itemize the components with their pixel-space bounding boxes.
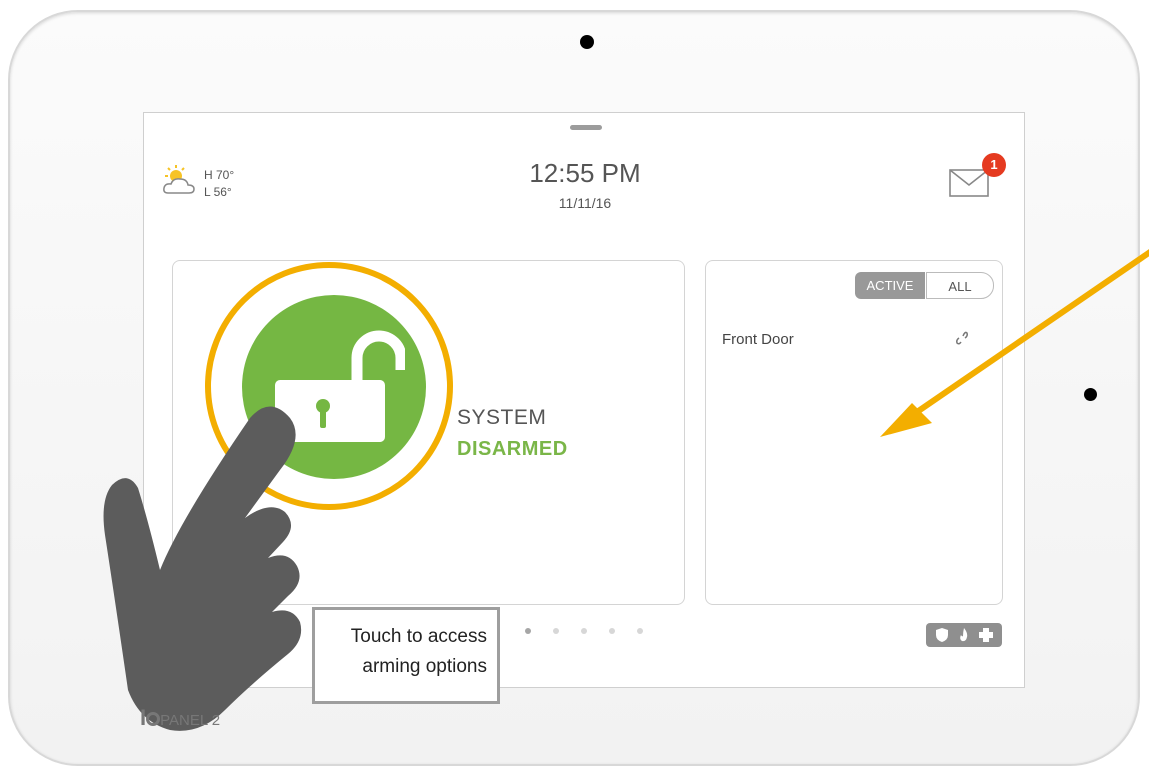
pointer-arrow [880, 249, 1149, 437]
front-camera [580, 35, 594, 49]
tooltip-callout: Touch to access arming options [312, 607, 500, 704]
shield-icon [936, 628, 948, 642]
page-dot[interactable] [553, 628, 559, 634]
clock-date: 11/11/16 [558, 195, 612, 211]
status-label: SYSTEM [457, 406, 547, 429]
message-count-badge: 1 [982, 153, 1006, 177]
mail-icon[interactable] [949, 169, 989, 197]
sensor-name[interactable]: Front Door [722, 331, 794, 348]
fire-icon [960, 628, 968, 642]
page-dot[interactable] [609, 628, 615, 634]
callout-line-2: arming options [362, 656, 487, 677]
callout-line-1: Touch to access [350, 626, 487, 647]
plus-icon [979, 628, 993, 642]
emergency-button[interactable] [926, 623, 1002, 647]
brand-logo: I PANEL 2 [140, 705, 221, 730]
weather-low: L 56° [204, 185, 232, 199]
status-value: DISARMED [457, 438, 568, 460]
page-dot[interactable] [637, 628, 643, 634]
hand-icon [103, 406, 302, 731]
weather-high: H 70° [204, 168, 235, 182]
partly-cloudy-icon [163, 165, 195, 194]
clock-time: 12:55 PM [529, 158, 641, 188]
page-dot[interactable] [525, 628, 531, 634]
logo-text: PANEL 2 [160, 712, 221, 729]
page-dot[interactable] [581, 628, 587, 634]
pull-down-handle[interactable] [570, 125, 602, 130]
